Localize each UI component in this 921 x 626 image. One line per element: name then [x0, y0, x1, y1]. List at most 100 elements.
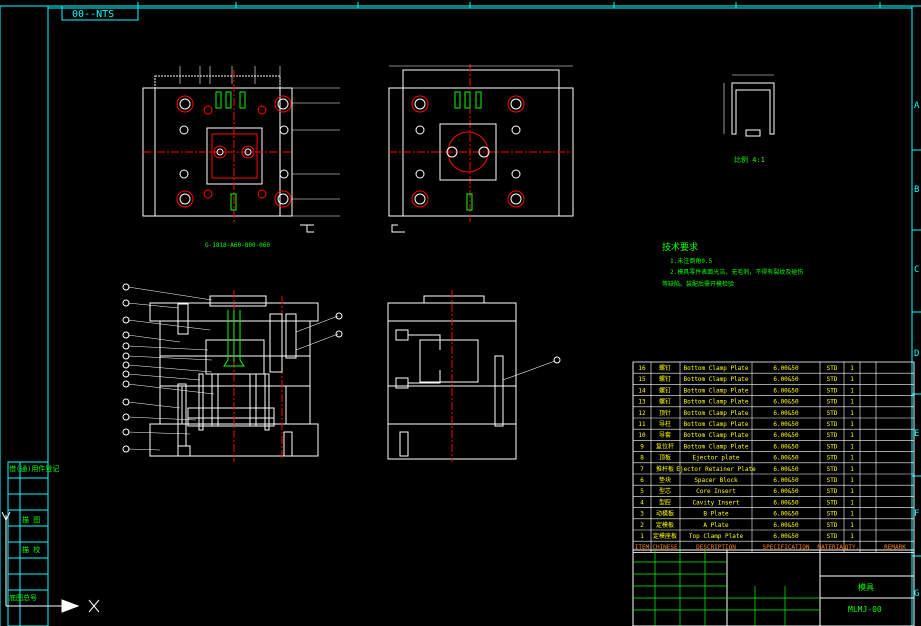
- bom-item-spec: 6.00&50: [773, 466, 799, 473]
- bom-item-qty: 1: [850, 443, 854, 450]
- bom-item-spec: 6.00&50: [773, 511, 799, 518]
- bom-item-spec: 6.00&50: [773, 522, 799, 529]
- bom-item-material: STD: [827, 466, 838, 473]
- bom-item-spec: 6.00&50: [773, 488, 799, 495]
- bom-item-no: 5: [640, 488, 644, 495]
- bom-item-spec: 6.00&50: [773, 455, 799, 462]
- bom-item-qty: 1: [850, 511, 854, 518]
- bom-item-material: STD: [827, 376, 838, 383]
- bom-item-chinese: 螺钉: [659, 364, 671, 372]
- bom-item-chinese: 推杆板: [656, 465, 674, 473]
- bom-item-spec: 6.00&50: [773, 432, 799, 439]
- bom-item-chinese: 型芯: [659, 487, 671, 495]
- bom-item-chinese: 定模板: [656, 521, 674, 529]
- bom-item-qty: 1: [850, 432, 854, 439]
- bom-item-qty: 1: [850, 533, 854, 540]
- bom-item-no: 2: [640, 522, 644, 529]
- bom-item-material: STD: [827, 421, 838, 428]
- sidebar-label: 描 校: [22, 545, 40, 554]
- bill-of-materials: 16 螺钉 Bottom Clamp Plate 6.00&50 STD 115 螺钉 Bot…: [632, 361, 915, 553]
- bom-item-no: 7: [640, 466, 644, 473]
- bom-item-description: Cavity Insert: [693, 499, 740, 506]
- detail-scale-label: 比例 4:1: [734, 155, 765, 164]
- bom-item-no: 16: [638, 365, 646, 372]
- bom-item-no: 14: [638, 387, 646, 394]
- bom-item-spec: 6.00&50: [773, 410, 799, 417]
- bom-item-description: A Plate: [703, 522, 729, 529]
- bom-item-qty: 1: [850, 410, 854, 417]
- bom-item-chinese: 导套: [659, 431, 671, 439]
- bom-item-spec: 6.00&50: [773, 421, 799, 428]
- bom-item-material: STD: [827, 477, 838, 484]
- tech-req-line: 2.模具零件表面光洁，无毛刺，不得有裂纹及碰伤: [670, 268, 803, 276]
- bom-item-spec: 6.00&50: [773, 443, 799, 450]
- bom-item-chinese: 螺钉: [659, 375, 671, 383]
- bom-item-spec: 6.00&50: [773, 477, 799, 484]
- bom-item-description: Bottom Clamp Plate: [683, 365, 748, 372]
- bom-item-material: STD: [827, 365, 838, 372]
- border-letter: F: [914, 509, 919, 519]
- border-letter: B: [914, 185, 919, 195]
- plan-view-top-half: G-1818-A60-800-060: [142, 66, 340, 249]
- bom-item-no: 11: [638, 421, 646, 428]
- bom-item-material: STD: [827, 387, 838, 394]
- sidebar-label: 底图总号: [9, 593, 37, 602]
- technical-requirements: 技术要求 1.未注倒角0.5 2.模具零件表面光洁，无毛刺，不得有裂纹及碰伤 等…: [662, 241, 803, 288]
- bom-item-no: 9: [640, 443, 644, 450]
- bom-item-description: Spacer Block: [694, 477, 738, 484]
- bom-item-no: 3: [640, 511, 644, 518]
- bom-item-description: Ejector plate: [693, 455, 740, 462]
- bom-item-chinese: 螺钉: [659, 398, 671, 406]
- bom-item-description: Top Clamp Plate: [689, 533, 744, 540]
- section-view-a: [122, 283, 343, 462]
- bom-item-qty: 1: [850, 365, 854, 372]
- sidebar-label: 借(通)用件登记: [9, 464, 59, 473]
- left-sidebar-table: 借(通)用件登记 描 图 描 校 底图总号: [7, 461, 59, 626]
- bom-item-qty: 1: [850, 522, 854, 529]
- bom-item-chinese: 垫块: [659, 476, 671, 484]
- bom-item-material: STD: [827, 488, 838, 495]
- bom-item-qty: 1: [850, 455, 854, 462]
- bom-item-qty: 1: [850, 466, 854, 473]
- bom-item-qty: 1: [850, 477, 854, 484]
- bom-item-no: 15: [638, 376, 646, 383]
- bom-item-material: STD: [827, 511, 838, 518]
- bom-item-chinese: 动模板: [656, 510, 674, 518]
- bom-item-no: 10: [638, 432, 646, 439]
- bom-item-chinese: 型腔: [659, 498, 671, 506]
- bom-item-material: STD: [827, 432, 838, 439]
- section-view-b: [387, 290, 561, 462]
- bom-item-no: 8: [640, 455, 644, 462]
- bom-item-description: Core Insert: [696, 488, 736, 495]
- title-block-number: MLMJ-00: [848, 605, 882, 614]
- bom-item-chinese: 复位杆: [656, 442, 674, 450]
- drawing-id-label: G-1818-A60-800-060: [205, 242, 270, 249]
- border-letter: D: [914, 349, 919, 359]
- bom-item-no: 6: [640, 477, 644, 484]
- bom-item-spec: 6.00&50: [773, 376, 799, 383]
- detail-view: 比例 4:1: [723, 74, 775, 164]
- border-letter: G: [914, 589, 919, 599]
- bom-item-material: STD: [827, 522, 838, 529]
- bom-item-chinese: 定模座板: [653, 532, 677, 540]
- bom-item-qty: 1: [850, 499, 854, 506]
- bom-item-no: 12: [638, 410, 646, 417]
- top-tab-label: 00--NTS: [72, 9, 114, 20]
- bom-item-description: Bottom Clamp Plate: [683, 432, 748, 439]
- bom-item-chinese: 螺钉: [659, 386, 671, 394]
- border-letter: E: [914, 429, 919, 439]
- bom-item-no: 4: [640, 499, 644, 506]
- cad-drawing-canvas[interactable]: 00--NTS A B C D E F G 借(通)用件登记 描 图 描 校 底…: [0, 0, 921, 626]
- sidebar-label: 描 图: [22, 515, 40, 524]
- bom-item-spec: 6.00&50: [773, 533, 799, 540]
- plan-view-bottom-half: [388, 64, 574, 233]
- bom-item-description: Bottom Clamp Plate: [683, 443, 748, 450]
- bom-item-material: STD: [827, 499, 838, 506]
- border-letter: C: [914, 265, 919, 275]
- title-block-name: 模具: [858, 582, 874, 592]
- bom-item-description: Ejector Retainer Plate: [676, 466, 756, 473]
- bom-item-no: 13: [638, 399, 646, 406]
- bom-item-spec: 6.00&50: [773, 365, 799, 372]
- bom-item-description: Bottom Clamp Plate: [683, 376, 748, 383]
- bom-item-chinese: 导柱: [659, 420, 671, 428]
